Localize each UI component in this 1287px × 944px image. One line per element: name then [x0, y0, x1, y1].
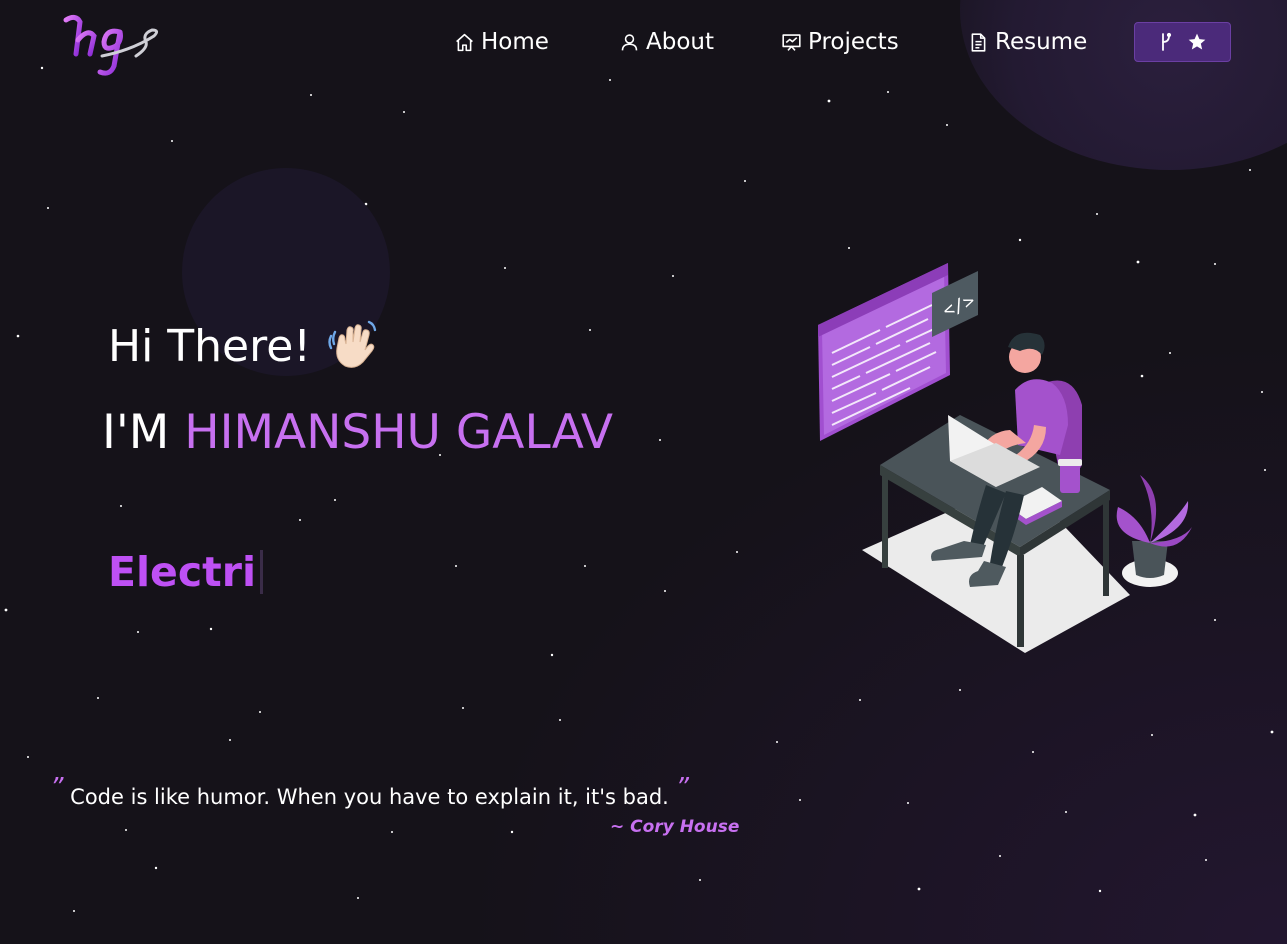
nav-about-link[interactable]: About — [619, 22, 714, 62]
nav-resume-link[interactable]: Resume — [968, 22, 1087, 62]
star-icon — [1188, 33, 1205, 50]
git-fork-icon — [1161, 32, 1171, 51]
quote-block: ” Code is like humor. When you have to e… — [50, 773, 689, 809]
quote-close-mark: ” — [675, 773, 689, 803]
hero-name: HIMANSHU GALAV — [184, 405, 614, 460]
navbar: Home About Projects Resume — [0, 22, 1287, 62]
nav-projects-link[interactable]: Projects — [781, 22, 899, 62]
quote-text: Code is like humor. When you have to exp… — [70, 785, 669, 809]
typewriter-role: Electri — [108, 548, 264, 596]
hero-greeting: Hi There! — [108, 318, 381, 374]
nav-about-label: About — [646, 29, 715, 55]
typewriter-text: Electri — [108, 548, 257, 596]
intro-prefix: I'M — [102, 405, 170, 460]
presentation-icon — [782, 33, 801, 51]
nav-projects-label: Projects — [808, 29, 899, 55]
nav-home-label: Home — [481, 29, 549, 55]
nav-home-link[interactable]: Home — [454, 22, 549, 62]
home-page: Home About Projects Resume Hi There! I'M… — [0, 0, 1287, 944]
github-fork-button[interactable] — [1134, 22, 1231, 62]
developer-at-desk-illustration: </> — [818, 263, 1192, 653]
waving-hand-icon — [328, 320, 377, 368]
typewriter-cursor — [260, 550, 264, 594]
quote-open-mark: ” — [50, 773, 64, 803]
hero-name-line: I'M HIMANSHU GALAV — [102, 405, 613, 460]
nav-resume-label: Resume — [995, 29, 1088, 55]
greeting-text: Hi There! — [108, 320, 311, 372]
document-icon — [971, 32, 986, 52]
quote-author: ~ Cory House — [610, 817, 740, 837]
user-icon — [621, 33, 638, 50]
home-icon — [456, 33, 473, 51]
